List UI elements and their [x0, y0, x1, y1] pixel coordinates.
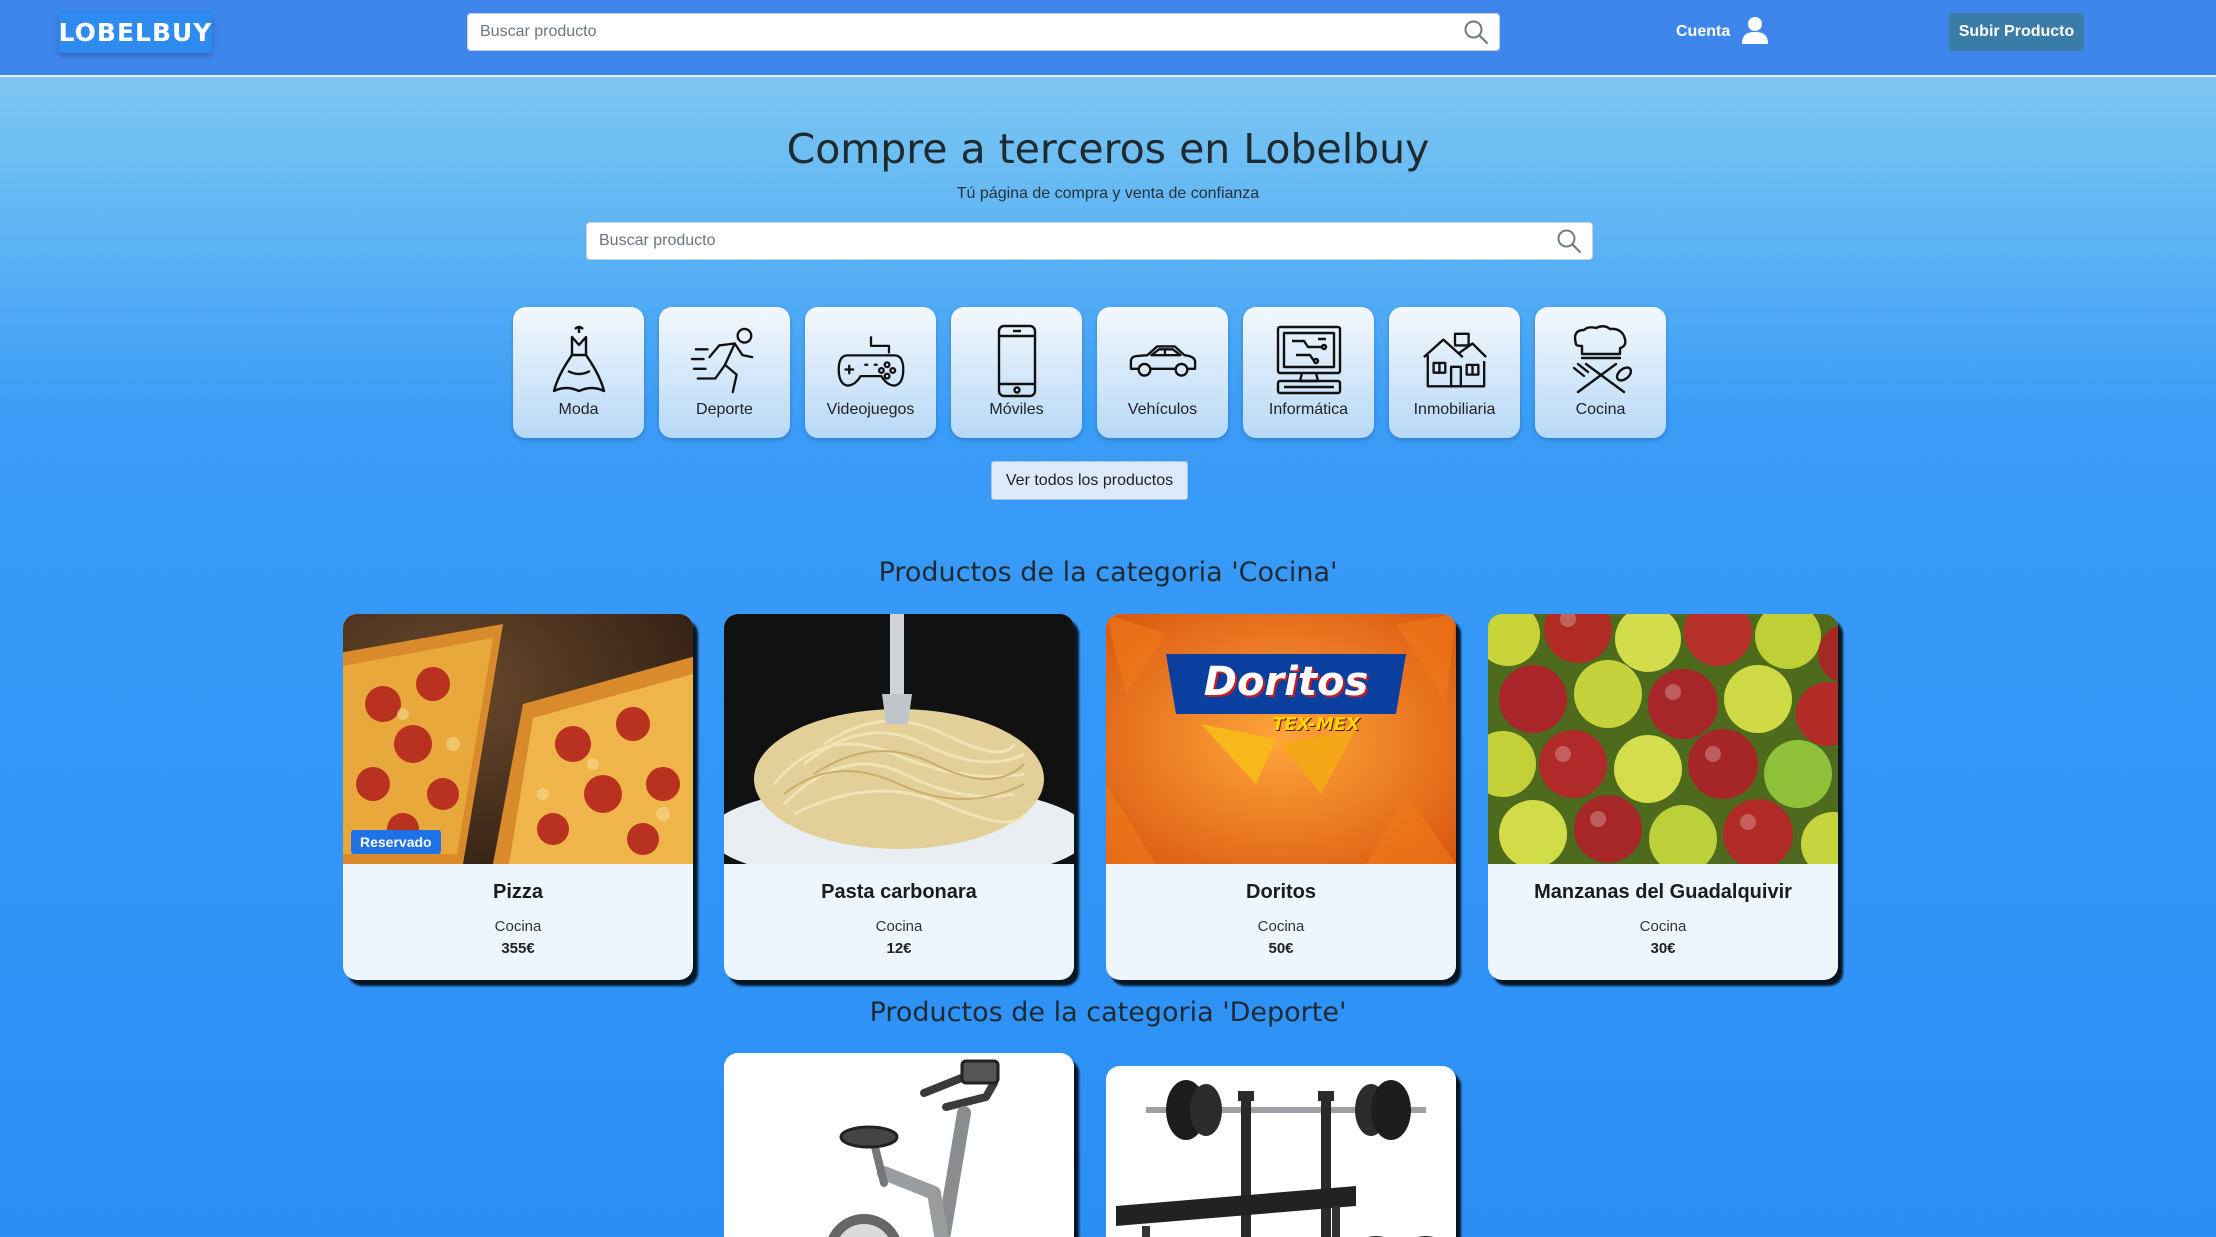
category-label: Cocina — [1575, 401, 1626, 418]
product-category: Cocina — [875, 918, 923, 935]
car-icon — [1128, 323, 1198, 399]
category-list: Moda Deporte Videojuegos Móviles Vehícul… — [513, 307, 1666, 438]
category-label: Deporte — [696, 401, 753, 418]
navbar-search — [467, 13, 1500, 51]
page-title: Compre a terceros en Lobelbuy — [786, 125, 1430, 173]
product-price: 355€ — [501, 940, 535, 957]
category-inmobiliaria[interactable]: Inmobiliaria — [1389, 307, 1520, 438]
account-label: Cuenta — [1676, 23, 1731, 40]
page-subtitle: Tú página de compra y venta de confianza — [956, 185, 1260, 202]
category-label: Inmobiliaria — [1413, 401, 1496, 418]
product-card-weight-bench[interactable] — [1106, 1066, 1456, 1237]
reserved-badge: Reservado — [351, 830, 441, 854]
product-card-pizza[interactable]: Reservado Pizza Cocina 355€ — [343, 614, 693, 980]
category-label: Vehículos — [1127, 401, 1198, 418]
product-name: Doritos — [1246, 881, 1316, 903]
weight-bench-image — [1106, 1066, 1456, 1237]
category-videojuegos[interactable]: Videojuegos — [805, 307, 936, 438]
section-title-cocina: Productos de la categoria 'Cocina' — [878, 557, 1338, 588]
product-name: Pizza — [492, 881, 544, 903]
account-link[interactable]: Cuenta — [1676, 14, 1770, 50]
hero-search — [586, 222, 1593, 260]
smartphone-icon — [982, 323, 1052, 399]
section-title-deporte: Productos de la categoria 'Deporte' — [869, 997, 1347, 1028]
category-vehiculos[interactable]: Vehículos — [1097, 307, 1228, 438]
navbar: LOBELBUY Cuenta Subir Producto — [0, 0, 2216, 77]
category-moda[interactable]: Moda — [513, 307, 644, 438]
logo[interactable]: LOBELBUY — [59, 12, 212, 53]
category-moviles[interactable]: Móviles — [951, 307, 1082, 438]
category-label: Videojuegos — [826, 401, 915, 418]
pizza-image — [343, 614, 693, 864]
upload-product-button[interactable]: Subir Producto — [1949, 13, 2084, 51]
doritos-image: Doritos TEX-MEX — [1106, 614, 1456, 864]
product-card-doritos[interactable]: Doritos TEX-MEX Doritos Cocina 50€ — [1106, 614, 1456, 980]
product-category: Cocina — [494, 918, 542, 935]
product-card-manzanas[interactable]: Manzanas del Guadalquivir Cocina 30€ — [1488, 614, 1838, 980]
pasta-image — [724, 614, 1074, 864]
category-label: Informática — [1268, 401, 1349, 418]
product-category: Cocina — [1639, 918, 1687, 935]
product-price: 12€ — [886, 940, 912, 957]
product-category: Cocina — [1257, 918, 1305, 935]
apples-image — [1488, 614, 1838, 864]
category-deporte[interactable]: Deporte — [659, 307, 790, 438]
product-price: 30€ — [1650, 940, 1676, 957]
product-card-pasta-carbonara[interactable]: Pasta carbonara Cocina 12€ — [724, 614, 1074, 980]
hero-search-input[interactable] — [587, 223, 1546, 259]
search-icon[interactable] — [1453, 14, 1499, 50]
product-name: Manzanas del Guadalquivir — [1534, 881, 1792, 903]
category-informatica[interactable]: Informática — [1243, 307, 1374, 438]
user-icon — [1740, 15, 1770, 50]
navbar-search-input[interactable] — [468, 14, 1453, 50]
doritos-logo-text: Doritos — [1203, 659, 1369, 705]
computer-icon — [1274, 323, 1344, 399]
search-icon[interactable] — [1546, 223, 1592, 259]
runner-icon — [690, 323, 760, 399]
gamepad-icon — [836, 323, 906, 399]
cooking-icon — [1566, 323, 1636, 399]
product-price: 50€ — [1268, 940, 1294, 957]
category-label: Móviles — [989, 401, 1044, 418]
category-cocina[interactable]: Cocina — [1535, 307, 1666, 438]
exercise-bike-image — [724, 1053, 1074, 1237]
view-all-products-button[interactable]: Ver todos los productos — [991, 461, 1188, 500]
category-label: Moda — [558, 401, 599, 418]
product-card-exercise-bike[interactable] — [724, 1053, 1074, 1237]
dress-icon — [544, 323, 614, 399]
house-icon — [1420, 323, 1490, 399]
product-name: Pasta carbonara — [821, 881, 977, 903]
doritos-subtext: TEX-MEX — [1272, 714, 1360, 735]
